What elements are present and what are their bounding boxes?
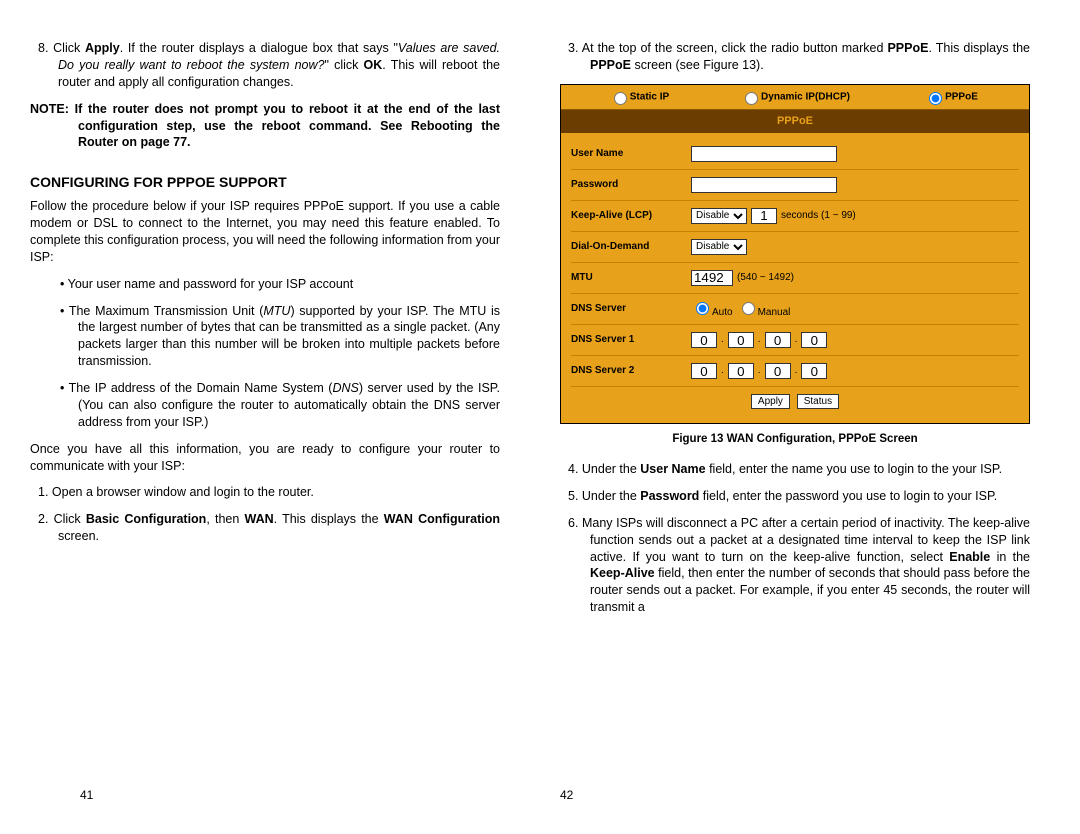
- step-6: 6. Many ISPs will disconnect a PC after …: [560, 515, 1030, 616]
- apply-button[interactable]: Apply: [751, 394, 790, 409]
- dns1-oct4[interactable]: [801, 332, 827, 348]
- input-keepalive-seconds[interactable]: [751, 208, 777, 224]
- step-8: 8. Click Apply. If the router displays a…: [30, 40, 500, 91]
- step-4: 4. Under the User Name field, enter the …: [560, 461, 1030, 478]
- left-column: 8. Click Apply. If the router displays a…: [30, 40, 500, 626]
- label-password: Password: [571, 178, 691, 192]
- dns2-oct1[interactable]: [691, 363, 717, 379]
- select-dialondemand[interactable]: Disable: [691, 239, 747, 255]
- step-1: 1. Open a browser window and login to th…: [30, 484, 500, 501]
- label-keepalive: Keep-Alive (LCP): [571, 209, 691, 223]
- radio-dns-manual[interactable]: Manual: [737, 299, 791, 320]
- tab-pppoe[interactable]: PPPoE: [873, 85, 1029, 109]
- input-mtu[interactable]: [691, 270, 733, 286]
- hint-mtu: (540 ~ 1492): [737, 271, 794, 285]
- step-5: 5. Under the Password field, enter the p…: [560, 488, 1030, 505]
- bullet-2: • The Maximum Transmission Unit (MTU) su…: [78, 303, 500, 371]
- bullet-3: • The IP address of the Domain Name Syst…: [78, 380, 500, 431]
- bullet-1: • Your user name and password for your I…: [78, 276, 500, 293]
- dns1-oct1[interactable]: [691, 332, 717, 348]
- dns2-oct3[interactable]: [765, 363, 791, 379]
- pppoe-screenshot: Static IP Dynamic IP(DHCP) PPPoE PPPoE U…: [560, 84, 1030, 424]
- label-dns: DNS Server: [571, 302, 691, 316]
- step-2: 2. Click Basic Configuration, then WAN. …: [30, 511, 500, 545]
- tab-static-ip[interactable]: Static IP: [561, 85, 717, 109]
- label-dialondemand: Dial-On-Demand: [571, 240, 691, 254]
- bullet-list: • Your user name and password for your I…: [30, 276, 500, 431]
- input-password[interactable]: [691, 177, 837, 193]
- note-reboot: NOTE: If the router does not prompt you …: [30, 101, 500, 152]
- dns1-oct3[interactable]: [765, 332, 791, 348]
- dns2-oct4[interactable]: [801, 363, 827, 379]
- select-keepalive[interactable]: Disable: [691, 208, 747, 224]
- label-dns2: DNS Server 2: [571, 364, 691, 378]
- step-3: 3. At the top of the screen, click the r…: [560, 40, 1030, 74]
- hint-keepalive: seconds (1 ~ 99): [781, 209, 856, 223]
- tab-dynamic-ip[interactable]: Dynamic IP(DHCP): [717, 85, 873, 109]
- figure-caption: Figure 13 WAN Configuration, PPPoE Scree…: [560, 432, 1030, 448]
- dns1-oct2[interactable]: [728, 332, 754, 348]
- label-mtu: MTU: [571, 271, 691, 285]
- input-username[interactable]: [691, 146, 837, 162]
- right-column: 3. At the top of the screen, click the r…: [560, 40, 1030, 626]
- label-username: User Name: [571, 147, 691, 161]
- dns2-oct2[interactable]: [728, 363, 754, 379]
- intro-para: Follow the procedure below if your ISP r…: [30, 198, 500, 266]
- page-number-left: 41: [80, 788, 93, 802]
- radio-dns-auto[interactable]: Auto: [691, 299, 733, 320]
- once-para: Once you have all this information, you …: [30, 441, 500, 475]
- page-number-right: 42: [560, 788, 573, 802]
- section-title: CONFIGURING FOR PPPOE SUPPORT: [30, 173, 500, 192]
- status-button[interactable]: Status: [797, 394, 839, 409]
- panel-title: PPPoE: [561, 110, 1029, 133]
- label-dns1: DNS Server 1: [571, 333, 691, 347]
